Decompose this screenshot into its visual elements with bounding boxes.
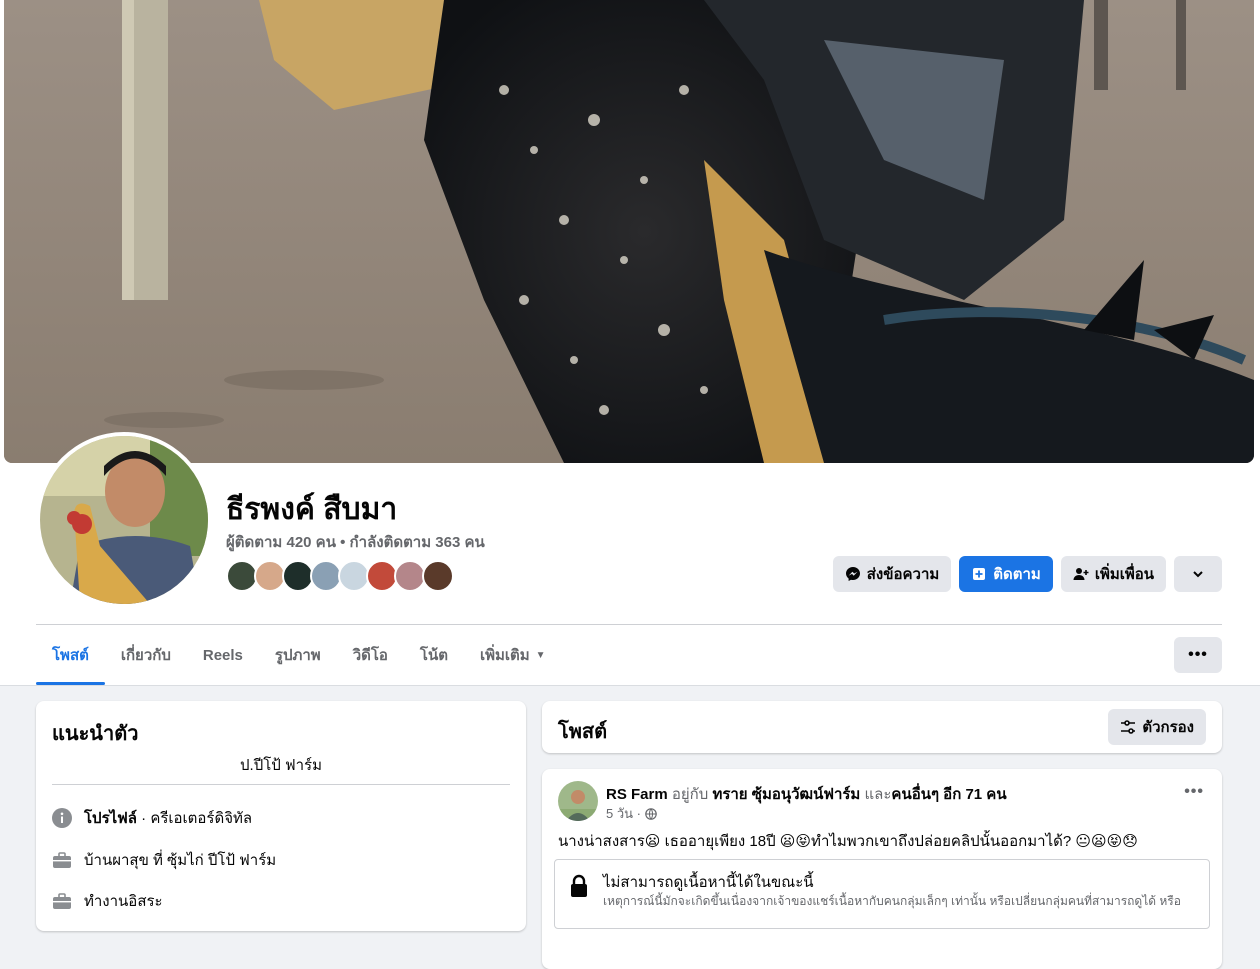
- tab-label: รูปภาพ: [274, 647, 321, 664]
- post-author-avatar[interactable]: [558, 781, 598, 821]
- profile-header: ธีรพงค์ สืบมา ผู้ติดตาม 420 คน • กำลังติ…: [0, 0, 1260, 686]
- messenger-icon: [845, 567, 860, 581]
- post-card: RS Farm อยู่กับ ทราย ซุ้มอนุวัฒน์ฟาร์ม แ…: [542, 769, 1222, 969]
- more-actions-button[interactable]: [1174, 556, 1222, 592]
- message-button[interactable]: ส่งข้อความ: [832, 556, 952, 592]
- post-and-text: และ: [860, 786, 892, 803]
- briefcase-icon: [53, 852, 71, 868]
- post-with-text: อยู่กับ: [667, 786, 713, 803]
- post-timestamp[interactable]: 5 วัน ·: [606, 803, 641, 824]
- lock-icon: [571, 874, 587, 897]
- chevron-down-icon: [1193, 571, 1203, 578]
- profile-avatar[interactable]: [36, 432, 212, 608]
- cover-image: [4, 0, 1254, 463]
- friend-avatar[interactable]: [422, 560, 454, 592]
- tab-photos[interactable]: รูปภาพ: [259, 625, 337, 685]
- filter-sliders-icon: [1121, 720, 1136, 734]
- unavailable-title: ไม่สามารถดูเนื้อหานี้ได้ในขณะนี้: [603, 874, 814, 891]
- follow-button-label: ติดตาม: [993, 566, 1041, 583]
- globe-icon: [645, 807, 657, 820]
- profile-actions: ส่งข้อความ ติดตาม เพิ่มเพื่อน: [832, 556, 1222, 592]
- more-dots-icon: •••: [1188, 646, 1208, 663]
- tab-more[interactable]: เพิ่มเติม ▼: [464, 625, 562, 685]
- follow-button[interactable]: ติดตาม: [959, 556, 1053, 592]
- profile-name: ธีรพงค์ สืบมา: [226, 493, 398, 526]
- intro-work-row: ทำงานอิสระ: [52, 889, 163, 913]
- follow-stats[interactable]: ผู้ติดตาม 420 คน • กำลังติดตาม 363 คน: [226, 530, 485, 554]
- tab-reels[interactable]: Reels: [187, 625, 259, 685]
- intro-title: แนะนำตัว: [52, 723, 139, 745]
- posts-title: โพสต์: [558, 721, 608, 743]
- filter-button-label: ตัวกรอง: [1142, 719, 1194, 736]
- avatar-image: [40, 436, 208, 604]
- mutual-friends-avatars[interactable]: [226, 560, 454, 592]
- post-tagged-name[interactable]: ทราย ซุ้มอนุวัฒน์ฟาร์ม: [712, 786, 860, 803]
- tab-videos[interactable]: วิดีโอ: [337, 625, 404, 685]
- follow-icon: [973, 568, 986, 580]
- intro-lives-row: บ้านผาสุข ที่ ซุ้มไก่ ปีโป้ ฟาร์ม: [52, 848, 276, 872]
- caret-down-icon: ▼: [535, 649, 546, 661]
- info-icon: [52, 808, 72, 828]
- intro-profile-row: โปรไฟล์ · ครีเอเตอร์ดิจิทัล: [52, 806, 252, 830]
- post-others-link[interactable]: คนอื่นๆ อีก 71 คน: [891, 786, 1006, 803]
- unavailable-content-box: ไม่สามารถดูเนื้อหานี้ได้ในขณะนี้ เหตุการ…: [554, 859, 1210, 929]
- profile-tabs: โพสต์ เกี่ยวกับ Reels รูปภาพ วิดีโอ โน้ต…: [36, 625, 562, 685]
- unavailable-description: เหตุการณ์นี้มักจะเกิดขึ้นเนื่องจากเจ้าขอ…: [603, 894, 1181, 908]
- tab-label: เกี่ยวกับ: [120, 647, 171, 664]
- intro-divider: [52, 784, 510, 785]
- add-friend-button-label: เพิ่มเพื่อน: [1094, 566, 1154, 583]
- intro-profile-label: โปรไฟล์: [84, 810, 137, 827]
- tab-label: Reels: [202, 646, 243, 664]
- message-button-label: ส่งข้อความ: [866, 566, 940, 583]
- intro-profile-category: · ครีเอเตอร์ดิจิทัล: [137, 810, 253, 827]
- tabs-overflow-button[interactable]: •••: [1174, 637, 1222, 673]
- post-options-button[interactable]: •••: [1184, 783, 1204, 801]
- tab-about[interactable]: เกี่ยวกับ: [105, 625, 187, 685]
- post-text: นางน่าสงสาร😦 เธออายุเพียง 18ปี 😦😝ทำไมพวก…: [558, 833, 1138, 850]
- tab-label: โน้ต: [419, 647, 448, 664]
- tab-label: โพสต์: [52, 647, 89, 664]
- intro-work-text: ทำงานอิสระ: [84, 893, 163, 910]
- filter-button[interactable]: ตัวกรอง: [1108, 709, 1206, 745]
- add-friend-button[interactable]: เพิ่มเพื่อน: [1060, 556, 1166, 592]
- posts-header-card: โพสต์ ตัวกรอง: [542, 701, 1222, 753]
- tab-posts[interactable]: โพสต์: [36, 625, 105, 685]
- more-dots-icon: •••: [1184, 783, 1204, 800]
- cover-photo[interactable]: [4, 0, 1254, 463]
- intro-bio: ป.ปีโป้ ฟาร์ม: [240, 757, 322, 774]
- author-avatar-image: [558, 781, 598, 821]
- intro-card: แนะนำตัว ป.ปีโป้ ฟาร์ม โปรไฟล์ · ครีเอเต…: [36, 701, 526, 931]
- tab-label: เพิ่มเติม: [479, 647, 530, 664]
- post-meta: 5 วัน ·: [606, 803, 657, 824]
- post-author-name[interactable]: RS Farm: [606, 786, 668, 803]
- add-friend-icon: [1073, 568, 1089, 580]
- post-header: RS Farm อยู่กับ ทราย ซุ้มอนุวัฒน์ฟาร์ม แ…: [606, 782, 1007, 806]
- briefcase-icon: [53, 893, 71, 909]
- intro-lives-text: บ้านผาสุข ที่ ซุ้มไก่ ปีโป้ ฟาร์ม: [84, 852, 277, 869]
- tab-label: วิดีโอ: [352, 647, 388, 664]
- tab-notes[interactable]: โน้ต: [404, 625, 464, 685]
